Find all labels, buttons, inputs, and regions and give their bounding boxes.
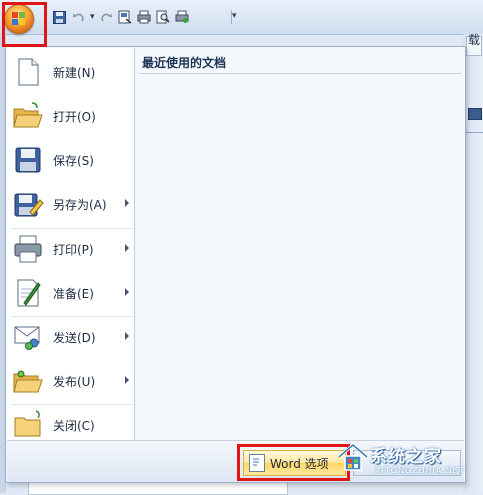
send-icon [12,321,44,353]
menu-item-send[interactable]: 发送(D) [7,317,134,357]
menu-item-label: 准备(E) [53,286,94,301]
redo-icon[interactable] [99,10,114,25]
print-preview-icon[interactable] [156,10,171,25]
publish-folder-icon [12,365,44,397]
ribbon-edge [463,34,483,493]
menu-item-label: 发送(D) [53,330,96,345]
customize-toolbar-icon[interactable]: ▾ [232,11,237,21]
recent-documents-title: 最近使用的文档 [142,56,227,70]
submenu-arrow-icon [125,244,129,252]
menu-item-close[interactable]: 关闭(C) [7,405,134,445]
submenu-arrow-icon [125,332,129,340]
menu-item-label: 关闭(C) [53,418,95,433]
undo-icon[interactable] [71,10,86,25]
prepare-document-icon [12,277,44,309]
menu-item-label: 打印(P) [53,242,94,257]
watermark-subtitle: XITONGZHIJIA.NET [375,466,465,475]
window-title-fragment: 载 [468,33,481,47]
menu-item-print[interactable]: 打印(P) [7,229,134,269]
menu-item-label: 新建(N) [53,65,96,80]
menu-item-publish[interactable]: 发布(U) [7,361,134,401]
menu-commands: 新建(N) 打开(O) 保存(S) 另存为(A) 打印(P) 准备(E) 发送(… [7,48,134,440]
save-floppy-icon [12,144,44,176]
menu-item-label: 另存为(A) [53,197,107,212]
quick-access-toolbar: ▾ [52,7,190,27]
menu-item-prepare[interactable]: 准备(E) [7,273,134,313]
recent-title-underline [140,73,462,74]
new-document-icon [12,56,44,88]
ribbon-divider [464,132,483,133]
watermark-title: 系统之家 [370,447,442,467]
office-menu: 新建(N) 打开(O) 保存(S) 另存为(A) 打印(P) 准备(E) 发送(… [5,46,466,483]
save-icon[interactable] [52,10,67,25]
word-options-highlight [237,444,350,481]
printer-icon [12,233,44,265]
menu-item-label: 发布(U) [53,374,96,389]
open-folder-icon [12,100,44,132]
menu-item-new[interactable]: 新建(N) [7,52,134,92]
close-folder-icon [12,409,44,441]
recent-documents-pane: 最近使用的文档 [135,48,465,440]
menu-item-save-as[interactable]: 另存为(A) [7,184,134,224]
menu-item-label: 保存(S) [53,153,94,168]
menu-item-label: 打开(O) [53,109,96,124]
menu-item-open[interactable]: 打开(O) [7,96,134,136]
page-setup-icon[interactable] [118,10,133,25]
site-watermark: 系统之家 XITONGZHIJIA.NET [336,438,479,484]
undo-dropdown-icon[interactable]: ▾ [90,12,95,22]
house-logo-icon [338,443,368,471]
submenu-arrow-icon [125,288,129,296]
ribbon-icon-fragment[interactable] [468,108,482,120]
menu-item-save[interactable]: 保存(S) [7,140,134,180]
submenu-arrow-icon [125,199,129,207]
save-as-icon [12,188,44,220]
office-button-highlight [2,2,47,47]
print-icon[interactable] [137,10,152,25]
quick-print-icon[interactable] [175,10,190,25]
submenu-arrow-icon [125,376,129,384]
